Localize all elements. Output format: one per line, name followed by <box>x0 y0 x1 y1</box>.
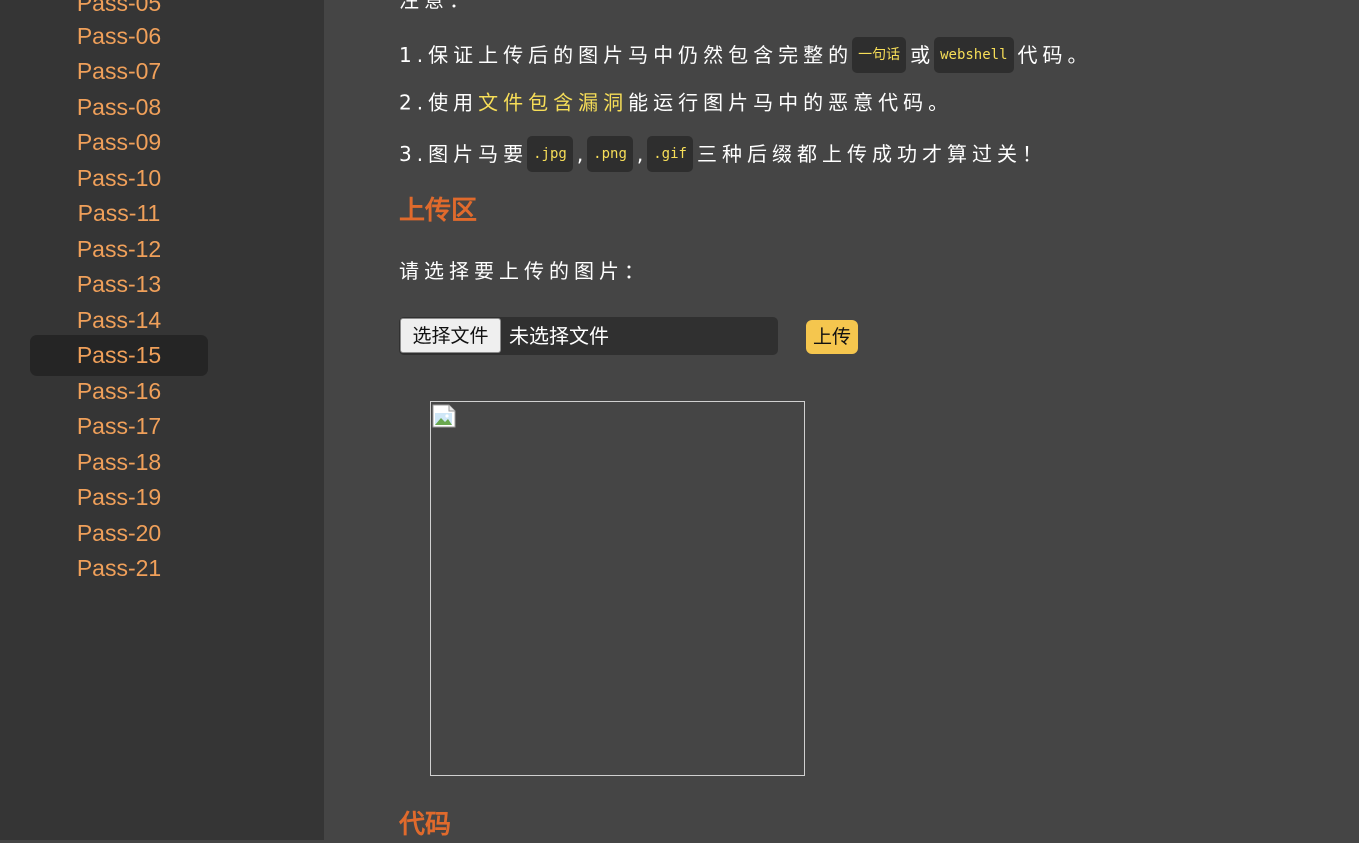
file-status-text: 未选择文件 <box>509 324 609 348</box>
note-item-2: 2.使用文件包含漏洞能运行图片马中的恶意代码。 <box>399 86 953 118</box>
sidebar-item-pass-15[interactable]: Pass-15 <box>30 335 208 376</box>
note-1-prefix: 1.保证上传后的图片马中仍然包含完整的 <box>399 43 854 67</box>
note-item-3: 3.图片马要 .jpg, .png, .gif 三种后缀都上传成功才算过关！ <box>399 136 1047 172</box>
sidebar-item-pass-13[interactable]: Pass-13 <box>30 264 208 305</box>
note-2-prefix: 2.使用 <box>399 90 479 115</box>
code-snippet-jpg: .jpg <box>527 136 573 172</box>
note-1-mid: 或 <box>910 43 936 67</box>
upload-section-heading: 上传区 <box>399 196 478 226</box>
broken-image-icon <box>432 404 456 428</box>
main-content: 注意： 1.保证上传后的图片马中仍然包含完整的 一句话或 webshell 代码。 2… <box>324 0 1359 840</box>
code-section-heading: 代码 <box>399 810 452 840</box>
image-preview <box>430 401 805 776</box>
upload-prompt: 请选择要上传的图片： <box>399 259 649 283</box>
choose-file-button[interactable]: 选择文件 <box>400 318 501 353</box>
sidebar-item-pass-17[interactable]: Pass-17 <box>30 406 208 447</box>
code-snippet-webshell: webshell <box>934 37 1014 73</box>
sidebar-item-pass-21[interactable]: Pass-21 <box>30 548 208 589</box>
sidebar-item-pass-07[interactable]: Pass-07 <box>30 51 208 92</box>
note-3-suffix: 三种后缀都上传成功才算过关！ <box>696 142 1047 166</box>
notes-heading: 注意： <box>399 0 474 12</box>
code-snippet-one-liner: 一句话 <box>852 37 907 73</box>
note-3-prefix: 3.图片马要 <box>399 142 529 166</box>
sidebar-item-pass-09[interactable]: Pass-09 <box>30 122 208 163</box>
code-snippet-png: .png <box>587 136 633 172</box>
note-item-1: 1.保证上传后的图片马中仍然包含完整的 一句话或 webshell 代码。 <box>399 37 1093 73</box>
code-snippet-gif: .gif <box>647 136 693 172</box>
upload-button[interactable]: 上传 <box>806 320 858 354</box>
note-2-suffix: 能运行图片马中的恶意代码。 <box>628 90 954 115</box>
sidebar-item-pass-19[interactable]: Pass-19 <box>30 477 208 518</box>
sidebar: Pass-05 Pass-06 Pass-07 Pass-08 Pass-09 … <box>0 0 324 840</box>
file-input[interactable]: 选择文件 未选择文件 <box>399 317 778 355</box>
sidebar-item-pass-11[interactable]: Pass-11 <box>30 193 208 234</box>
note-1-suffix: 代码。 <box>1017 43 1093 67</box>
file-inclusion-highlight: 文件包含漏洞 <box>478 90 629 115</box>
